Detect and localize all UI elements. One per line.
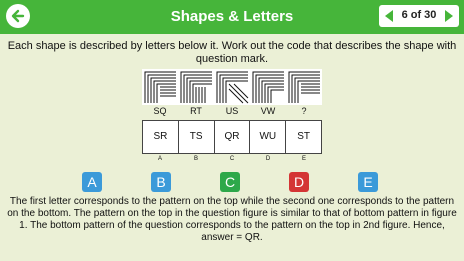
figure-2 xyxy=(178,69,214,105)
option-c-button[interactable]: C xyxy=(220,172,240,192)
answer-letter: C xyxy=(229,156,235,162)
answer-letter: B xyxy=(193,156,198,162)
answer-options-table: SR TS QR WU ST xyxy=(142,120,322,154)
option-e-button[interactable]: E xyxy=(358,172,378,192)
figure-1 xyxy=(142,69,178,105)
answer-letter: A xyxy=(157,156,162,162)
figure-code: RT xyxy=(190,106,202,116)
previous-question-icon[interactable] xyxy=(385,10,393,22)
pattern-figure-icon xyxy=(144,71,176,103)
pattern-figure-icon xyxy=(252,71,284,103)
next-question-icon[interactable] xyxy=(445,10,453,22)
figure-code: VW xyxy=(260,106,276,116)
answer-letter: D xyxy=(265,156,271,162)
question-counter: 6 of 30 xyxy=(401,9,437,21)
figure-code-unknown: ? xyxy=(301,106,307,116)
question-pager: 6 of 30 xyxy=(379,5,459,27)
question-figures xyxy=(142,69,322,105)
option-d-button[interactable]: D xyxy=(289,172,309,192)
option-b-button[interactable]: B xyxy=(151,172,171,192)
option-a-button[interactable]: A xyxy=(82,172,102,192)
figure-code: SQ xyxy=(153,106,167,116)
answer-explanation: The first letter corresponds to the patt… xyxy=(7,196,457,243)
figure-3 xyxy=(214,69,250,105)
question-text: Each shape is described by letters below… xyxy=(7,40,457,65)
answer-option: TS xyxy=(179,121,215,153)
pattern-figure-icon xyxy=(216,71,249,104)
pattern-figure-icon xyxy=(288,71,320,103)
app-header: Shapes & Letters 6 of 30 xyxy=(0,0,464,34)
answer-option: QR xyxy=(215,121,251,153)
answer-option: SR xyxy=(143,121,179,153)
figure-code: US xyxy=(225,106,239,116)
answer-letter: E xyxy=(301,156,306,162)
answer-option: WU xyxy=(250,121,287,153)
answer-option: ST xyxy=(297,131,310,142)
pattern-figure-icon xyxy=(180,71,212,103)
figure-question xyxy=(286,69,322,105)
figure-4 xyxy=(250,69,286,105)
